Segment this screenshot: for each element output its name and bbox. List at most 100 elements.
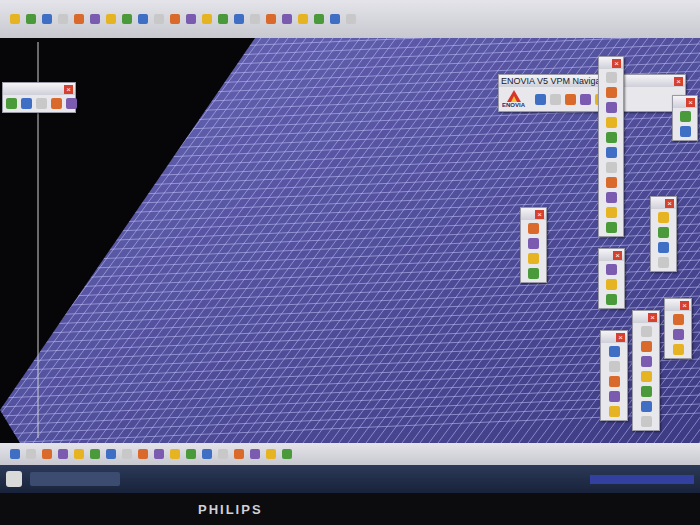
close-button[interactable]: × (686, 98, 695, 107)
tool-button-icon[interactable] (606, 162, 617, 173)
tool-button-icon[interactable] (234, 449, 244, 459)
tool-button-icon[interactable] (74, 449, 84, 459)
close-button[interactable]: × (64, 85, 73, 94)
tool-button-icon[interactable] (609, 346, 620, 357)
tool-button-icon[interactable] (42, 449, 52, 459)
tool-button-icon[interactable] (609, 406, 620, 417)
tool-button-icon[interactable] (641, 356, 652, 367)
tool-button-icon[interactable] (528, 268, 539, 279)
tool-button-icon[interactable] (641, 401, 652, 412)
toolbar-title-bar[interactable]: × (599, 57, 623, 69)
tool-button-icon[interactable] (606, 264, 617, 275)
toolbar-title-bar[interactable]: × (601, 331, 627, 343)
start-button[interactable] (6, 471, 22, 487)
tool-button-icon[interactable] (90, 449, 100, 459)
tool-button-icon[interactable] (6, 98, 17, 109)
tool-button-icon[interactable] (330, 14, 340, 24)
tool-button-icon[interactable] (266, 14, 276, 24)
tool-button-icon[interactable] (10, 449, 20, 459)
floating-toolbar[interactable]: × (650, 196, 677, 272)
tool-button-icon[interactable] (680, 111, 691, 122)
toolbar-title-bar[interactable]: × (599, 249, 624, 261)
toolbar-title-bar[interactable]: × (673, 96, 697, 108)
tool-button-icon[interactable] (641, 371, 652, 382)
tool-button-icon[interactable] (154, 449, 164, 459)
tool-button-icon[interactable] (21, 98, 32, 109)
tool-button-icon[interactable] (528, 253, 539, 264)
tool-button-icon[interactable] (641, 326, 652, 337)
floating-toolbar[interactable]: ENOVIA V5 VPM Navigator×ENOVIA (498, 74, 686, 112)
tool-button-icon[interactable] (106, 449, 116, 459)
tool-button-icon[interactable] (606, 279, 617, 290)
toolbar-title-bar[interactable]: × (665, 299, 691, 311)
tool-button-icon[interactable] (218, 14, 228, 24)
tool-button-icon[interactable] (606, 192, 617, 203)
floating-toolbar[interactable]: × (520, 207, 547, 283)
close-button[interactable]: × (680, 301, 689, 310)
tool-button-icon[interactable] (606, 117, 617, 128)
tool-button-icon[interactable] (658, 227, 669, 238)
close-button[interactable]: × (665, 199, 674, 208)
tool-button-icon[interactable] (606, 177, 617, 188)
tool-button-icon[interactable] (186, 14, 196, 24)
tool-button-icon[interactable] (673, 344, 684, 355)
tool-button-icon[interactable] (609, 376, 620, 387)
tool-button-icon[interactable] (218, 449, 228, 459)
tool-button-icon[interactable] (606, 207, 617, 218)
tool-button-icon[interactable] (641, 341, 652, 352)
toolbar-title-bar[interactable]: ENOVIA V5 VPM Navigator× (499, 75, 685, 87)
tool-button-icon[interactable] (673, 329, 684, 340)
tool-button-icon[interactable] (282, 14, 292, 24)
tool-button-icon[interactable] (234, 14, 244, 24)
tool-button-icon[interactable] (250, 449, 260, 459)
tool-button-icon[interactable] (606, 222, 617, 233)
tool-button-icon[interactable] (680, 126, 691, 137)
floating-toolbar[interactable]: × (664, 298, 692, 359)
tool-button-icon[interactable] (550, 94, 561, 105)
tool-button-icon[interactable] (641, 416, 652, 427)
tool-button-icon[interactable] (250, 14, 260, 24)
tool-button-icon[interactable] (658, 257, 669, 268)
tool-button-icon[interactable] (58, 14, 68, 24)
floating-toolbar[interactable]: × (598, 56, 624, 237)
tool-button-icon[interactable] (606, 102, 617, 113)
close-button[interactable]: × (648, 313, 657, 322)
tool-button-icon[interactable] (673, 314, 684, 325)
tool-button-icon[interactable] (609, 361, 620, 372)
tool-button-icon[interactable] (122, 14, 132, 24)
tool-button-icon[interactable] (606, 132, 617, 143)
tool-button-icon[interactable] (90, 14, 100, 24)
tool-button-icon[interactable] (314, 14, 324, 24)
toolbar-title-bar[interactable]: × (633, 311, 659, 323)
tool-button-icon[interactable] (202, 14, 212, 24)
tool-button-icon[interactable] (66, 98, 77, 109)
tool-button-icon[interactable] (298, 14, 308, 24)
tool-button-icon[interactable] (138, 449, 148, 459)
close-button[interactable]: × (612, 59, 621, 68)
tool-button-icon[interactable] (26, 449, 36, 459)
tool-button-icon[interactable] (266, 449, 276, 459)
tool-button-icon[interactable] (26, 14, 36, 24)
tool-button-icon[interactable] (170, 449, 180, 459)
tool-button-icon[interactable] (565, 94, 576, 105)
tool-button-icon[interactable] (106, 14, 116, 24)
tool-button-icon[interactable] (36, 98, 47, 109)
close-button[interactable]: × (535, 210, 544, 219)
tool-button-icon[interactable] (74, 14, 84, 24)
tool-button-icon[interactable] (10, 14, 20, 24)
toolbar-title-bar[interactable]: × (521, 208, 546, 220)
tool-button-icon[interactable] (658, 212, 669, 223)
tool-button-icon[interactable] (58, 449, 68, 459)
floating-toolbar[interactable]: × (632, 310, 660, 431)
tool-button-icon[interactable] (42, 14, 52, 24)
tool-button-icon[interactable] (346, 14, 356, 24)
tool-button-icon[interactable] (658, 242, 669, 253)
tool-button-icon[interactable] (606, 294, 617, 305)
tool-button-icon[interactable] (154, 14, 164, 24)
tool-button-icon[interactable] (528, 223, 539, 234)
tool-button-icon[interactable] (528, 238, 539, 249)
floating-toolbar[interactable]: × (600, 330, 628, 421)
close-button[interactable]: × (613, 251, 622, 260)
taskbar-item[interactable] (30, 472, 120, 486)
close-button[interactable]: × (616, 333, 625, 342)
